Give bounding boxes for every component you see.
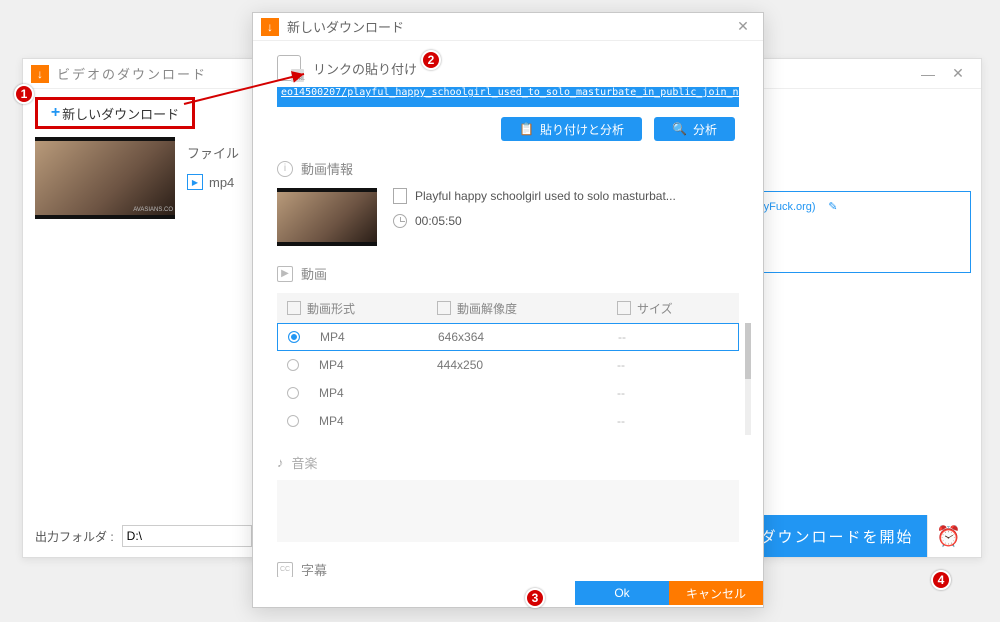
video-info-thumbnail xyxy=(277,188,377,246)
format-fmt: MP4 xyxy=(320,330,438,344)
video-section-title: ▶ 動画 xyxy=(277,264,739,283)
cc-icon: CC xyxy=(277,562,293,578)
size-icon xyxy=(617,301,631,315)
audio-section-label: 音楽 xyxy=(292,453,318,472)
dialog-footer: Ok キャンセル xyxy=(253,577,763,607)
radio-icon xyxy=(287,359,299,371)
video-title: Playful happy schoolgirl used to solo ma… xyxy=(415,189,676,203)
document-icon xyxy=(393,188,407,204)
format-fmt: MP4 xyxy=(319,386,437,400)
mp4-label: mp4 xyxy=(209,175,234,190)
ok-button[interactable]: Ok xyxy=(575,581,669,605)
video-thumbnail[interactable]: AVASIANS.CO xyxy=(35,137,175,219)
format-row[interactable]: MP4 -- xyxy=(277,407,739,435)
app-icon: ↓ xyxy=(31,65,49,83)
paste-analyze-button[interactable]: 📋 貼り付けと分析 xyxy=(501,117,642,141)
radio-icon xyxy=(287,415,299,427)
audio-list xyxy=(277,480,739,542)
audio-section-title: ♪ 音楽 xyxy=(277,453,739,472)
tutorial-marker-1: 1 xyxy=(14,84,34,104)
url-input[interactable]: eo14500207/playful_happy_schoolgirl_used… xyxy=(277,87,739,107)
format-icon xyxy=(287,301,301,315)
video-duration: 00:05:50 xyxy=(415,214,462,228)
video-info-label: 動画情報 xyxy=(301,159,353,178)
tutorial-marker-4: 4 xyxy=(931,570,951,590)
new-download-dialog: ↓ 新しいダウンロード ✕ リンクの貼り付け eo14500207/playfu… xyxy=(252,12,764,608)
cancel-label: キャンセル xyxy=(686,585,746,602)
paste-icon: 📋 xyxy=(519,122,534,136)
url-info-box: asyFuck.org) ✎ xyxy=(741,191,971,273)
clock-icon xyxy=(393,214,407,228)
url-label: リンクの貼り付け xyxy=(313,59,417,78)
format-fmt: MP4 xyxy=(319,358,437,372)
tutorial-arrow xyxy=(180,70,320,120)
radio-icon xyxy=(287,387,299,399)
edit-icon[interactable]: ✎ xyxy=(828,201,837,213)
video-icon: ▶ xyxy=(277,266,293,282)
format-size: -- xyxy=(617,414,729,428)
music-icon: ♪ xyxy=(277,455,284,470)
video-section-label: 動画 xyxy=(301,264,327,283)
format-row[interactable]: MP4 646x364 -- xyxy=(277,323,739,351)
cancel-button[interactable]: キャンセル xyxy=(669,581,763,605)
ok-label: Ok xyxy=(614,586,629,600)
schedule-button[interactable]: ⏰ xyxy=(927,515,969,557)
output-folder-input[interactable] xyxy=(122,525,252,547)
format-fmt: MP4 xyxy=(319,414,437,428)
analyze-label: 分析 xyxy=(693,121,717,138)
format-res: 444x250 xyxy=(437,358,617,372)
format-row[interactable]: MP4 444x250 -- xyxy=(277,351,739,379)
radio-selected-icon xyxy=(288,331,300,343)
subtitle-section-label: 字幕 xyxy=(301,560,327,577)
format-size: -- xyxy=(617,386,729,400)
format-res: 646x364 xyxy=(438,330,618,344)
tutorial-marker-3: 3 xyxy=(525,588,545,608)
search-icon: 🔍 xyxy=(672,122,687,136)
format-list: MP4 646x364 -- MP4 444x250 -- MP4 -- MP4 xyxy=(277,323,739,435)
dialog-body: リンクの貼り付け eo14500207/playful_happy_school… xyxy=(253,41,763,577)
start-download-label: ダウンロードを開始 xyxy=(760,526,913,547)
format-header-fmt: 動画形式 xyxy=(307,300,355,317)
format-header: 動画形式 動画解像度 サイズ xyxy=(277,293,739,323)
close-button[interactable]: ✕ xyxy=(943,62,973,86)
dialog-title: 新しいダウンロード xyxy=(287,17,731,36)
start-download-button[interactable]: ダウンロードを開始 xyxy=(747,515,927,557)
video-info: Playful happy schoolgirl used to solo ma… xyxy=(277,188,739,246)
resolution-icon xyxy=(437,301,451,315)
dialog-close-button[interactable]: ✕ xyxy=(731,18,755,35)
output-folder-label: 出力フォルダ : xyxy=(35,528,114,545)
url-section: リンクの貼り付け eo14500207/playful_happy_school… xyxy=(277,55,739,141)
scrollbar-thumb[interactable] xyxy=(745,323,751,379)
mp4-icon: ▶ xyxy=(187,174,203,190)
dialog-app-icon: ↓ xyxy=(261,18,279,36)
dialog-header: ↓ 新しいダウンロード ✕ xyxy=(253,13,763,41)
format-size: -- xyxy=(617,358,729,372)
plus-icon: + xyxy=(51,104,60,122)
new-download-label: 新しいダウンロード xyxy=(62,104,179,123)
format-header-res: 動画解像度 xyxy=(457,300,517,317)
analyze-button[interactable]: 🔍 分析 xyxy=(654,117,735,141)
format-row[interactable]: MP4 -- xyxy=(277,379,739,407)
subtitle-section-title: CC 字幕 xyxy=(277,560,739,577)
new-download-button[interactable]: + 新しいダウンロード xyxy=(35,97,195,129)
format-header-size: サイズ xyxy=(637,300,673,317)
paste-analyze-label: 貼り付けと分析 xyxy=(540,121,624,138)
info-icon: i xyxy=(277,161,293,177)
tutorial-marker-2: 2 xyxy=(421,50,441,70)
format-size: -- xyxy=(618,330,728,344)
minimize-button[interactable]: — xyxy=(913,62,943,86)
video-info-section-title: i 動画情報 xyxy=(277,159,739,178)
